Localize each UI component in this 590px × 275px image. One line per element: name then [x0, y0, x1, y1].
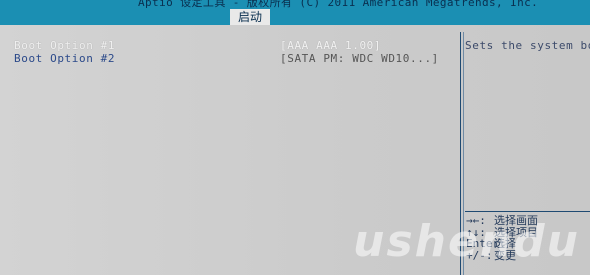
- boot-option-1-label: Boot Option #1: [14, 39, 116, 52]
- title-bar: Aptio 设定工具 - 版权所有 (C) 2011 American Mega…: [0, 0, 590, 9]
- tab-strip: 启动: [0, 9, 590, 25]
- tab-boot[interactable]: 启动: [230, 9, 270, 25]
- boot-option-1-value[interactable]: [AAA AAA 1.00]: [280, 39, 381, 52]
- boot-option-2-label: Boot Option #2: [14, 52, 116, 65]
- help-text: Sets the system boot: [465, 39, 590, 52]
- window-title: Aptio 设定工具 - 版权所有 (C) 2011 American Mega…: [138, 0, 539, 9]
- key-help-separator: [465, 211, 590, 212]
- boot-option-2-value[interactable]: [SATA PM: WDC WD10...]: [280, 52, 439, 65]
- watermark-logo: ushendu: [353, 216, 580, 267]
